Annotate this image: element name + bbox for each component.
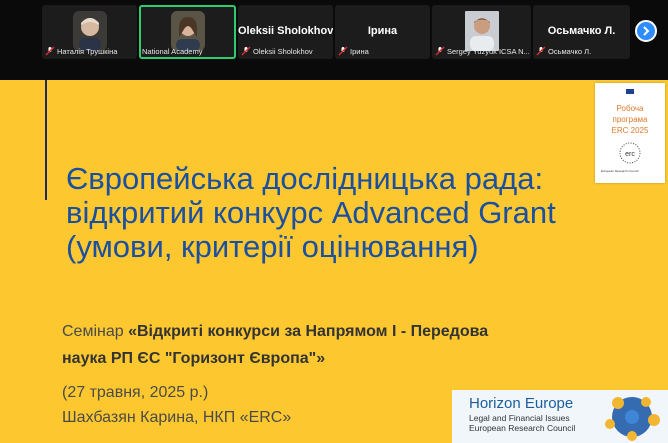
- slide-title: Європейська дослідницька рада: відкритий…: [66, 162, 626, 264]
- participant-name: Oleksii Sholokhov: [253, 46, 313, 56]
- next-participants-button[interactable]: [635, 20, 657, 42]
- participant-name-large: Осьмачко Л.: [547, 25, 616, 37]
- seminar-date: (27 травня, 2025 р.): [62, 384, 209, 401]
- participant-tile[interactable]: Осьмачко Л. Осьмачко Л.: [533, 5, 630, 59]
- muted-mic-icon: [338, 46, 348, 56]
- muted-mic-icon: [45, 46, 55, 56]
- participant-tile[interactable]: Ірина Ірина: [335, 5, 430, 59]
- erc-card-caption: European Research Council: [601, 169, 639, 173]
- participant-name: Ірина: [350, 46, 369, 56]
- muted-mic-icon: [536, 46, 546, 56]
- participant-name: Sergey Yuzyuk ICSA N...: [447, 46, 529, 56]
- horizon-europe-illustration: [605, 397, 660, 441]
- shared-screen-slide: Європейська дослідницька рада: відкритий…: [0, 80, 668, 443]
- participant-tile-active-speaker[interactable]: National Academy: [139, 5, 236, 59]
- erc-card-title: Робоча програма ERC 2025: [611, 104, 649, 135]
- participant-tile[interactable]: Sergey Yuzyuk ICSA N...: [432, 5, 531, 59]
- participant-label: Sergey Yuzyuk ICSA N...: [435, 45, 529, 57]
- slide-title-line: Європейська дослідницька рада:: [66, 161, 544, 196]
- participant-name: Наталія Трушкіна: [57, 46, 118, 56]
- participant-label: Oleksii Sholokhov: [241, 45, 331, 57]
- slide-title-line: (умови, критерії оцінювання): [66, 229, 479, 264]
- participant-label: Наталія Трушкіна: [45, 45, 135, 57]
- eu-flag-icon: [626, 89, 634, 94]
- participant-tile[interactable]: Наталія Трушкіна: [42, 5, 137, 59]
- seminar-text: Семінар «Відкриті конкурси за Напрямом І…: [62, 318, 622, 372]
- seminar-title-line: наука РП ЄС "Горизонт Європа"»: [62, 350, 326, 367]
- participants-strip: Наталія Трушкіна National Academy Oleksi…: [0, 0, 668, 80]
- participant-label: Ірина: [338, 45, 428, 57]
- participant-name: National Academy: [142, 46, 203, 56]
- erc-workprogramme-thumbnail: Робоча програма ERC 2025 erc European Re…: [595, 83, 665, 183]
- participant-name-large: Oleksii Sholokhov: [238, 25, 333, 37]
- banner-subtitle: Legal and Financial Issues European Rese…: [469, 413, 576, 433]
- chevron-right-icon: [643, 26, 650, 36]
- participant-tile[interactable]: Oleksii Sholokhov Oleksii Sholokhov: [238, 5, 333, 59]
- seminar-author: Шахбазян Карина, НКП «ERC»: [62, 409, 292, 426]
- muted-mic-icon: [241, 46, 251, 56]
- participant-label: National Academy: [142, 45, 234, 57]
- svg-text:erc: erc: [625, 151, 635, 158]
- participant-name: Осьмачко Л.: [548, 46, 592, 56]
- participant-label: Осьмачко Л.: [536, 45, 628, 57]
- seminar-prefix: Семінар: [62, 323, 129, 340]
- slide-title-line: відкритий конкурс Advanced Grant: [66, 195, 556, 230]
- slide-accent-line: [45, 80, 47, 200]
- banner-title: Horizon Europe: [469, 395, 574, 412]
- seminar-title-line: «Відкриті конкурси за Напрямом І - Перед…: [128, 323, 489, 340]
- horizon-europe-banner: Horizon Europe Legal and Financial Issue…: [452, 390, 668, 443]
- participant-name-large: Ірина: [367, 25, 398, 37]
- erc-logo-icon: erc: [619, 142, 641, 164]
- muted-mic-icon: [435, 46, 445, 56]
